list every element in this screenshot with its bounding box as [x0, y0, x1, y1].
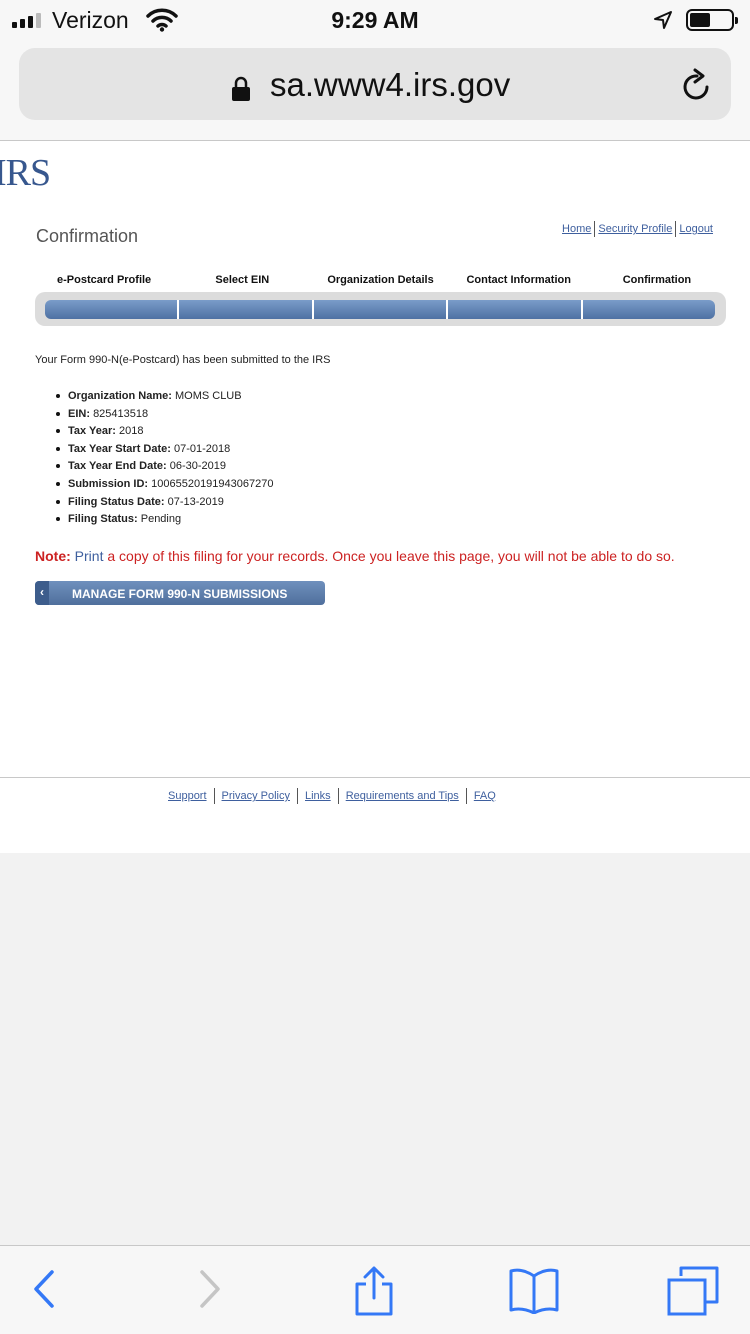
progress-segment: [45, 300, 180, 319]
step-label-select-ein: Select EIN: [215, 274, 270, 286]
link-separator: [337, 788, 339, 804]
step-label-contact-information: Contact Information: [466, 274, 571, 286]
top-nav-links: Home Security Profile Logout: [562, 221, 713, 237]
list-item: Tax Year: 2018: [55, 424, 273, 442]
address-bar[interactable]: sa.www4.irs.gov: [19, 48, 731, 120]
progress-segment: [179, 300, 314, 319]
battery-icon: [686, 9, 738, 31]
step-label-organization-details: Organization Details: [327, 274, 434, 286]
step-label-confirmation: Confirmation: [622, 274, 692, 286]
url-text: sa.www4.irs.gov: [270, 66, 511, 103]
requirements-tips-link[interactable]: Requirements and Tips: [346, 790, 459, 802]
progress-steps: e-Postcard Profile Select EIN Organizati…: [35, 274, 726, 326]
progress-segment: [313, 300, 449, 319]
list-item: Tax Year Start Date: 07-01-2018: [55, 442, 273, 460]
filing-details-list: Organization Name: MOMS CLUB EIN: 825413…: [55, 389, 273, 530]
list-item: Tax Year End Date: 06-30-2019: [55, 459, 273, 477]
link-separator: [675, 221, 677, 237]
support-link[interactable]: Support: [168, 790, 207, 802]
clock: 9:29 AM: [331, 7, 419, 33]
forward-icon[interactable]: [198, 1266, 224, 1312]
list-item: Submission ID: 10065520191943067270: [55, 477, 273, 495]
share-icon[interactable]: [354, 1266, 394, 1316]
back-icon[interactable]: [30, 1266, 56, 1312]
status-bar: Verizon 9:29 AM: [0, 0, 750, 40]
manage-submissions-label: MANAGE FORM 990-N SUBMISSIONS: [72, 587, 288, 601]
web-page: IRS Confirmation Home Security Profile L…: [0, 141, 750, 853]
logout-link[interactable]: Logout: [679, 223, 713, 235]
submission-message: Your Form 990-N(e-Postcard) has been sub…: [35, 354, 331, 366]
manage-submissions-button[interactable]: ‹ MANAGE FORM 990-N SUBMISSIONS: [35, 581, 325, 605]
privacy-policy-link[interactable]: Privacy Policy: [222, 790, 290, 802]
list-item: Organization Name: MOMS CLUB: [55, 389, 273, 407]
link-separator: [297, 788, 298, 804]
progress-track: [35, 292, 726, 326]
browser-toolbar: [0, 1245, 750, 1334]
chevron-left-icon: ‹: [35, 581, 49, 605]
print-note: Note: Print a copy of this filing for yo…: [35, 548, 675, 564]
print-link[interactable]: Print: [75, 548, 104, 564]
irs-logo[interactable]: IRS: [0, 151, 51, 195]
footer-divider: [0, 777, 750, 778]
faq-link[interactable]: FAQ: [474, 790, 496, 802]
lock-icon: [232, 76, 250, 101]
home-link[interactable]: Home: [562, 223, 591, 235]
list-item: Filing Status Date: 07-13-2019: [55, 495, 273, 513]
link-separator: [465, 788, 467, 804]
step-label-epostcard-profile: e-Postcard Profile: [57, 274, 152, 286]
list-item: EIN: 825413518: [55, 407, 273, 425]
progress-segment: [448, 300, 583, 319]
link-separator: [594, 221, 596, 237]
links-link[interactable]: Links: [305, 790, 331, 802]
page-title: Confirmation: [36, 226, 139, 246]
link-separator: [213, 788, 215, 804]
security-profile-link[interactable]: Security Profile: [598, 223, 672, 235]
bookmarks-icon[interactable]: [508, 1266, 560, 1314]
footer-links: Support Privacy Policy Links Requirement…: [168, 788, 496, 804]
list-item: Filing Status: Pending: [55, 512, 273, 530]
progress-bar: [45, 300, 715, 319]
note-label: Note:: [35, 548, 71, 564]
progress-segment: [582, 300, 715, 319]
tabs-icon[interactable]: [667, 1266, 719, 1316]
location-arrow-icon: [654, 11, 672, 29]
note-text: a copy of this filing for your records. …: [107, 548, 675, 564]
browser-address-area: sa.www4.irs.gov: [0, 40, 750, 141]
reload-icon[interactable]: [681, 68, 713, 102]
